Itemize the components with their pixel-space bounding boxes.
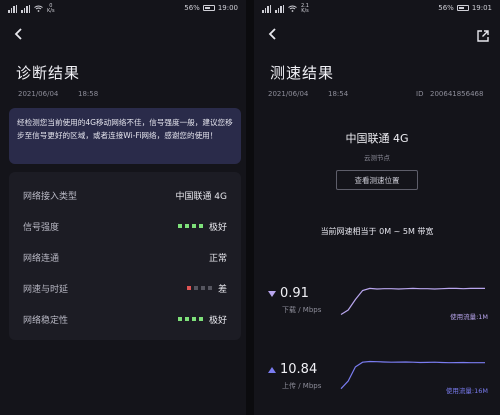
share-button[interactable] <box>476 28 490 42</box>
row-speed-latency: 网速与时延 差 <box>9 273 241 303</box>
share-icon <box>477 30 489 42</box>
row-label: 网络接入类型 <box>23 191 78 202</box>
status-bar: 2.1 K/s 56% 19:01 <box>254 0 500 18</box>
level-dot <box>198 224 203 228</box>
diagnosis-notice: 经检测您当前使用的4G移动网络不佳，信号强度一般，建议您移步至信号更好的区域，或… <box>9 108 241 164</box>
stability-level-indicator <box>177 317 203 321</box>
bandwidth-equivalent: 当前网速相当于 0M ~ 5M 带宽 <box>320 227 434 236</box>
level-dot <box>184 224 189 228</box>
speed-level-indicator <box>186 286 212 290</box>
upload-usage: 使用流量:16M <box>445 387 488 395</box>
status-bar: 0 K/s 56% 19:00 <box>0 0 246 18</box>
battery-icon <box>202 5 215 11</box>
wifi-icon <box>34 5 43 14</box>
level-dot <box>191 224 196 228</box>
view-location-button[interactable]: 查看测速位置 <box>336 170 418 190</box>
chevron-left-icon <box>268 28 276 40</box>
page-title: 测速结果 <box>270 64 335 82</box>
signal-icon-2 <box>275 5 284 13</box>
page-title: 诊断结果 <box>16 64 81 82</box>
download-speed: 0.91 <box>280 286 309 301</box>
row-value: 极好 <box>208 222 227 233</box>
battery-percent: 56% <box>438 4 454 12</box>
level-dot <box>184 317 189 321</box>
clock: 19:01 <box>471 4 492 12</box>
row-stability: 网络稳定性 极好 <box>9 304 241 334</box>
back-button[interactable] <box>266 26 280 40</box>
row-connectivity: 网络连通 正常 <box>9 242 241 272</box>
row-label: 信号强度 <box>23 222 60 233</box>
level-dot <box>207 286 212 290</box>
test-id-label: ID <box>416 90 424 98</box>
test-id: 200641856468 <box>430 90 484 98</box>
diagnosis-card: 网络接入类型 中国联通 4G 信号强度 极好 网络连通 正常 网速与时延 差 网… <box>9 172 241 340</box>
level-dot <box>186 286 191 290</box>
upload-arrow-icon <box>268 366 276 373</box>
wifi-icon <box>288 5 297 14</box>
download-metric: 0.91 下载 / Mbps <box>268 286 321 315</box>
row-access-type: 网络接入类型 中国联通 4G <box>9 180 241 210</box>
row-value: 中国联通 4G <box>175 191 227 202</box>
signal-level-indicator <box>177 224 203 228</box>
level-dot <box>177 224 182 228</box>
row-value: 正常 <box>208 253 227 264</box>
level-dot <box>191 317 196 321</box>
upload-unit: 上传 / Mbps <box>282 382 322 390</box>
signal-icon-2 <box>21 5 30 13</box>
net-speed: 2.1 K/s <box>301 4 309 14</box>
row-label: 网络稳定性 <box>23 315 69 326</box>
operator-name: 中国联通 4G <box>345 132 409 145</box>
row-value: 极好 <box>208 315 227 326</box>
upload-speed: 10.84 <box>280 362 318 377</box>
download-arrow-icon <box>268 290 276 297</box>
row-label: 网速与时延 <box>23 284 69 295</box>
download-unit: 下载 / Mbps <box>282 306 322 314</box>
chevron-left-icon <box>14 28 22 40</box>
level-dot <box>177 317 182 321</box>
clock: 19:00 <box>217 4 238 12</box>
test-node: 云测节点 <box>364 154 390 162</box>
download-usage: 使用流量:1M <box>450 313 488 321</box>
battery-icon <box>456 5 469 11</box>
net-speed-unit: K/s <box>47 8 55 14</box>
signal-icon <box>8 5 17 13</box>
battery-percent: 56% <box>184 4 200 12</box>
row-label: 网络连通 <box>23 253 60 264</box>
speedtest-screen: 2.1 K/s 56% 19:01 测速结果 2021/06/04 18:54 … <box>254 0 500 415</box>
level-dot <box>200 286 205 290</box>
diagnosis-time: 18:58 <box>78 90 99 98</box>
test-date: 2021/06/04 <box>268 90 309 98</box>
test-time: 18:54 <box>328 90 349 98</box>
level-dot <box>198 317 203 321</box>
net-speed: 0 K/s <box>47 4 55 14</box>
upload-metric: 10.84 上传 / Mbps <box>268 362 321 391</box>
row-signal-strength: 信号强度 极好 <box>9 211 241 241</box>
signal-icon <box>262 5 271 13</box>
level-dot <box>193 286 198 290</box>
net-speed-unit: K/s <box>301 8 309 14</box>
diagnosis-date: 2021/06/04 <box>18 90 59 98</box>
diagnosis-screen: 0 K/s 56% 19:00 诊断结果 2021/06/04 18:58 经检… <box>0 0 246 415</box>
row-value: 差 <box>217 284 227 295</box>
back-button[interactable] <box>12 26 26 40</box>
